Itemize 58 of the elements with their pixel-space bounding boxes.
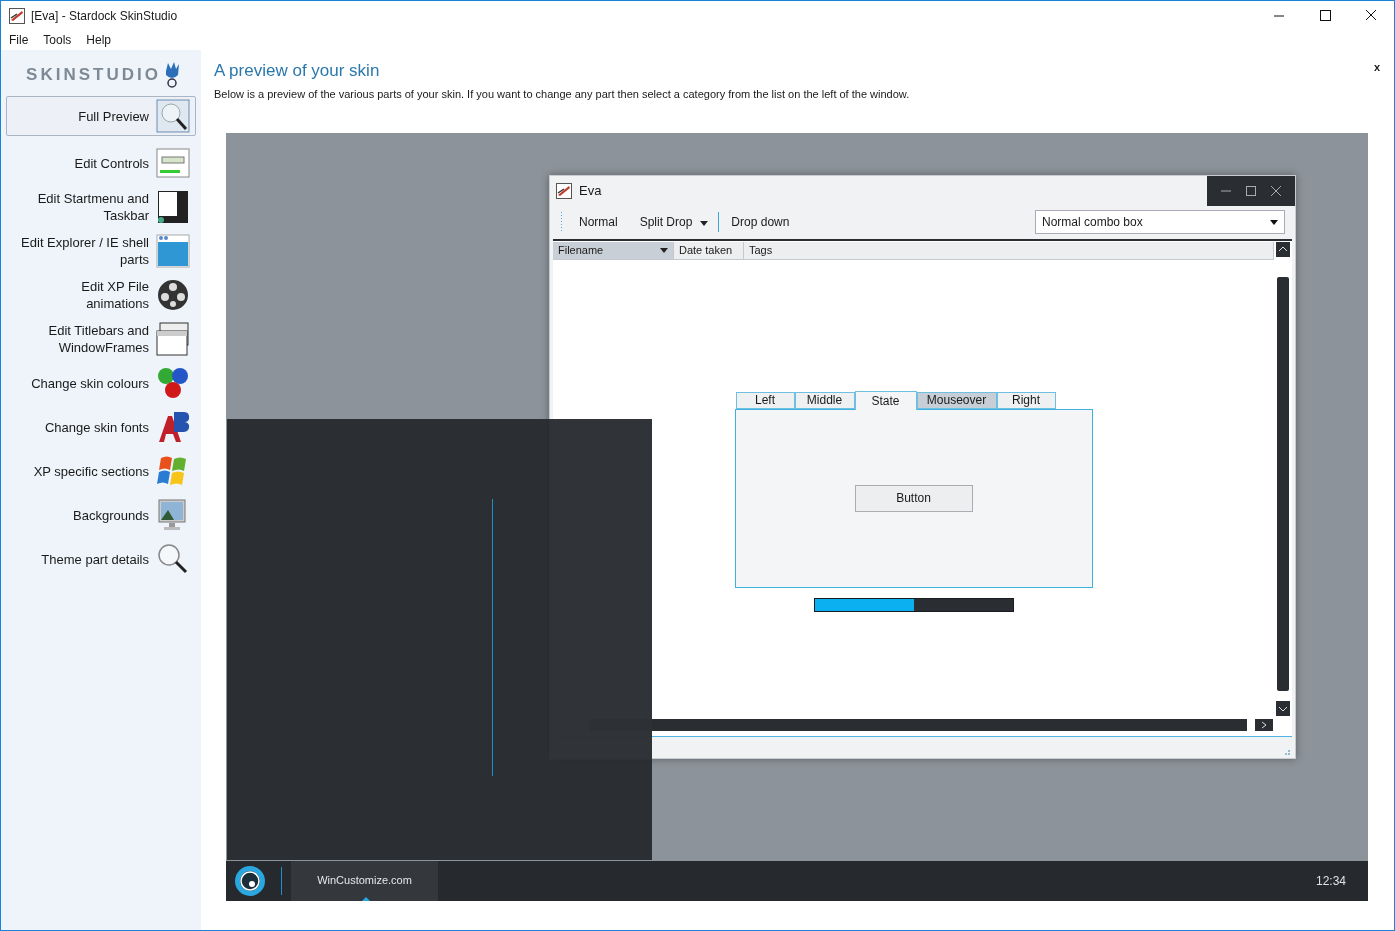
sidebar-item[interactable]: Change skin colours [6, 366, 196, 400]
split-button[interactable]: Split Drop [633, 213, 715, 231]
push-button[interactable]: Button [854, 484, 973, 512]
window-title: [Eva] - Stardock SkinStudio [31, 7, 178, 25]
toolbar-button[interactable]: Normal [573, 213, 624, 231]
grip-icon [560, 211, 563, 233]
sidebar-item[interactable]: Full Preview [6, 96, 196, 136]
page-description: Below is a preview of the various parts of your skin. If you want to change any part then select a category from the list on the left of the window. [214, 87, 910, 102]
scroll-up-button[interactable] [1276, 241, 1290, 257]
magnifier-icon [156, 99, 190, 133]
vertical-scrollbar[interactable] [1277, 276, 1289, 691]
clock: 12:34 [1315, 872, 1346, 890]
explorer-window-icon [156, 234, 190, 268]
start-orb-icon[interactable] [234, 864, 266, 897]
tab[interactable]: Right [996, 391, 1056, 409]
logo-text: SKINSTUDIO [26, 64, 161, 87]
menu-item[interactable]: Tools [42, 31, 73, 49]
tab[interactable]: Left [735, 391, 795, 409]
sidebar-item[interactable]: XP specific sections [6, 454, 196, 488]
combo-box[interactable]: Normal combo box [1035, 210, 1285, 234]
window-title: Eva [579, 181, 602, 200]
tab[interactable]: Mouseover [916, 391, 997, 409]
dropdown-button[interactable]: Drop down [727, 213, 794, 231]
magnifier-icon [156, 542, 190, 576]
film-reel-icon [156, 278, 190, 312]
tab[interactable]: Middle [794, 391, 855, 409]
letters-icon [156, 410, 190, 444]
sort-arrow-icon [660, 247, 668, 253]
sidebar-item[interactable]: Edit Controls [6, 146, 196, 180]
tab[interactable]: State [854, 390, 917, 410]
maximize-icon[interactable] [1244, 183, 1258, 198]
sidebar-item[interactable]: Edit Titlebars and WindowFrames [6, 322, 196, 356]
scroll-right-button[interactable] [1255, 718, 1273, 731]
close-button[interactable]: x [1373, 61, 1380, 73]
app-icon [556, 182, 572, 199]
column-header[interactable]: Filename [553, 241, 674, 259]
color-balls-icon [156, 366, 190, 400]
sidebar-item[interactable]: Change skin fonts [6, 410, 196, 444]
menu-item[interactable]: File [8, 31, 30, 49]
sidebar-item[interactable]: Edit Explorer / IE shell parts [6, 234, 196, 268]
sidebar-item[interactable]: Theme part details [6, 542, 196, 576]
taskbar-button[interactable]: WinCustomize.com [291, 860, 438, 901]
controls-icon [156, 146, 190, 180]
active-indicator-icon [362, 896, 370, 901]
menu-item[interactable]: Help [85, 31, 113, 49]
dropdown-arrow-icon [700, 221, 709, 226]
close-icon[interactable] [1269, 183, 1284, 198]
scroll-down-button[interactable] [1276, 700, 1290, 716]
column-header[interactable]: Date taken [674, 241, 744, 259]
sidebar-item[interactable]: Edit Startmenu and Taskbar [6, 190, 196, 224]
app-icon [9, 7, 25, 24]
page-heading: A preview of your skin [214, 61, 381, 81]
sidebar-item[interactable]: Backgrounds [6, 498, 196, 532]
windows-icon [156, 322, 190, 356]
taskbar-icon [156, 190, 190, 224]
sidebar-item[interactable]: Edit XP File animations [6, 278, 196, 312]
column-header[interactable]: Tags [744, 241, 1274, 259]
dropdown-arrow-icon [1270, 219, 1278, 225]
